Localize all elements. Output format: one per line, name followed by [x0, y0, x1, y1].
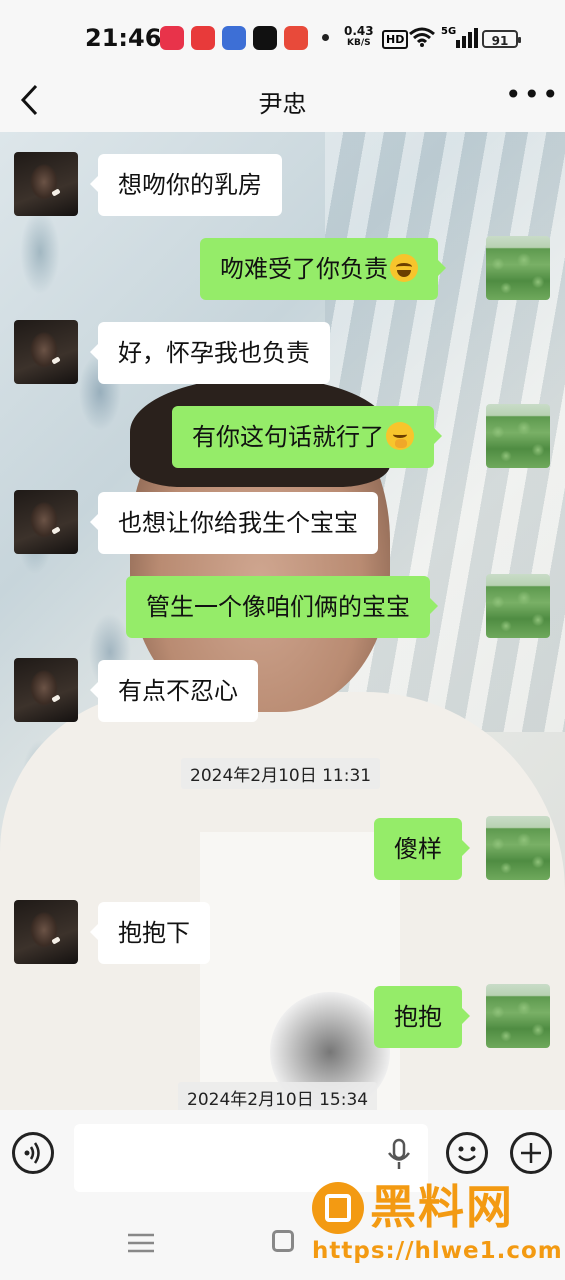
message-bubble-sent[interactable]: 管生一个像咱们俩的宝宝 [126, 576, 438, 638]
microphone-icon[interactable] [386, 1138, 412, 1172]
signal-bars-icon [456, 28, 478, 48]
message-bubble-received[interactable]: 好，怀孕我也负责 [90, 322, 330, 384]
contact-avatar[interactable] [14, 900, 78, 964]
watermark-logo [312, 1182, 364, 1234]
message-bubble-sent[interactable]: 傻样 [374, 818, 470, 880]
message-bubble-received[interactable]: 也想让你给我生个宝宝 [90, 492, 378, 554]
contact-avatar[interactable] [14, 658, 78, 722]
notification-icons [160, 26, 308, 50]
message-text: 吻难受了你负责 [220, 255, 388, 283]
hand-over-mouth-emoji-icon [386, 422, 414, 450]
chat-header: 尹忠 ••• [0, 70, 565, 132]
message-bubble-sent[interactable]: 有你这句话就行了 [172, 406, 442, 468]
contact-avatar[interactable] [14, 152, 78, 216]
more-notifications-dot-icon [322, 34, 329, 41]
tiktok-icon [253, 26, 277, 50]
wifi-icon [409, 27, 435, 47]
recent-apps-icon[interactable] [128, 1232, 154, 1254]
message-bubble-sent[interactable]: 吻难受了你负责 [200, 238, 446, 300]
message-text: 有点不忍心 [118, 677, 238, 705]
watermark-title: 黑料网 [370, 1180, 514, 1234]
app-notification-icon [284, 26, 308, 50]
message-bubble-received[interactable]: 想吻你的乳房 [90, 154, 282, 216]
network-speed-unit: KB/S [347, 38, 371, 48]
network-speed-value: 0.43 [344, 24, 374, 38]
music-app-icon [191, 26, 215, 50]
battery-level: 91 [491, 34, 509, 48]
self-avatar[interactable] [486, 236, 550, 300]
signal-label: 5G [441, 26, 457, 37]
message-text: 抱抱 [394, 1003, 442, 1031]
self-avatar[interactable] [486, 404, 550, 468]
message-bubble-sent[interactable]: 抱抱 [374, 986, 470, 1048]
app-notification-icon [160, 26, 184, 50]
message-text: 有你这句话就行了 [192, 423, 384, 451]
self-avatar[interactable] [486, 574, 550, 638]
self-avatar[interactable] [486, 984, 550, 1048]
chat-area[interactable]: 想吻你的乳房 吻难受了你负责 好，怀孕我也负责 有你这句话就行了 也想让你给我生… [0, 132, 565, 1110]
self-avatar[interactable] [486, 816, 550, 880]
hd-badge: HD [382, 30, 409, 49]
more-options-icon[interactable]: ••• [505, 78, 561, 111]
message-text: 抱抱下 [118, 919, 190, 947]
watermark-url: https://hlwe1.com [312, 1238, 563, 1264]
message-timestamp: 2024年2月10日 11:31 [181, 758, 381, 789]
watermark: 黑料网 https://hlwe1.com [312, 1178, 562, 1270]
smiley-icon [458, 1146, 476, 1162]
message-bubble-received[interactable]: 抱抱下 [90, 902, 210, 964]
laughing-tears-emoji-icon [390, 254, 418, 282]
chat-title: 尹忠 [258, 90, 307, 118]
voice-mode-button[interactable] [12, 1132, 54, 1174]
message-bubble-received[interactable]: 有点不忍心 [90, 660, 258, 722]
app-notification-icon [222, 26, 246, 50]
message-text: 管生一个像咱们俩的宝宝 [146, 593, 410, 621]
contact-avatar[interactable] [14, 490, 78, 554]
home-button[interactable] [272, 1230, 294, 1252]
message-timestamp: 2024年2月10日 15:34 [178, 1082, 378, 1110]
network-speed: 0.43 KB/S [344, 25, 374, 49]
contact-avatar[interactable] [14, 320, 78, 384]
message-text: 也想让你给我生个宝宝 [118, 509, 358, 537]
plus-icon [521, 1143, 541, 1163]
message-text: 傻样 [394, 835, 442, 863]
message-text: 好，怀孕我也负责 [118, 339, 310, 367]
status-time: 21:46 [85, 24, 162, 52]
emoji-button[interactable] [446, 1132, 488, 1174]
voice-wave-icon [24, 1142, 40, 1164]
battery-indicator: 91 [482, 30, 521, 48]
message-text: 想吻你的乳房 [118, 171, 262, 199]
more-functions-button[interactable] [510, 1132, 552, 1174]
status-bar: 21:46 0.43 KB/S HD 5G 91 [0, 0, 565, 70]
